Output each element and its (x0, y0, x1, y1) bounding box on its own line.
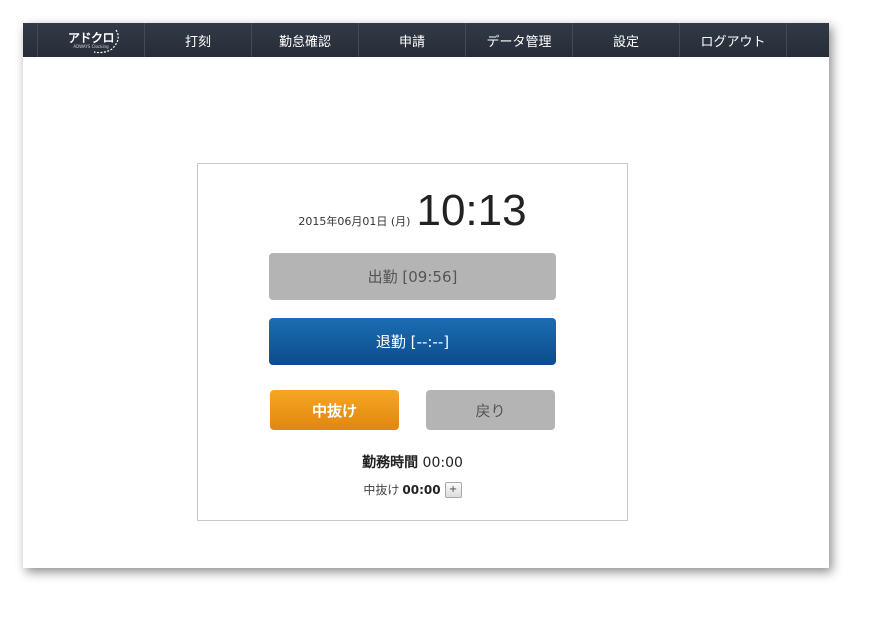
current-time: 10:13 (416, 186, 527, 235)
nav-item-request[interactable]: 申請 (359, 23, 466, 57)
break-time-label: 中抜け (363, 483, 400, 497)
break-time-value: 00:00 (402, 482, 441, 497)
break-time-summary: 中抜け 00:00 + (198, 481, 627, 498)
break-return-label: 戻り (475, 401, 506, 420)
nav-item-clock[interactable]: 打刻 (145, 23, 252, 57)
navbar-spacer (23, 23, 38, 57)
logo-subtitle: ADWAYS Clocking (73, 43, 109, 49)
app-logo[interactable]: アドクロ ADWAYS Clocking (38, 23, 145, 57)
work-time-value: 00:00 (422, 455, 463, 471)
work-time-summary: 勤務時間 00:00 (198, 452, 627, 472)
break-return-button[interactable]: 戻り (426, 390, 555, 430)
expand-break-button[interactable]: + (444, 481, 462, 498)
clock-in-button[interactable]: 出勤 [09:56] (269, 253, 556, 300)
break-start-button[interactable]: 中抜け (270, 390, 399, 430)
current-date: 2015年06月01日 (月) (298, 215, 411, 228)
nav-item-data-management[interactable]: データ管理 (466, 23, 573, 57)
break-start-label: 中抜け (311, 401, 357, 420)
clock-in-label: 出勤 [09:56] (367, 268, 458, 286)
current-datetime: 2015年06月01日 (月) 10:13 (198, 186, 627, 236)
clock-out-button[interactable]: 退勤 [--:--] (269, 318, 556, 365)
logo-title: アドクロ (67, 30, 115, 45)
work-time-label: 勤務時間 (362, 455, 419, 471)
top-navbar: アドクロ ADWAYS Clocking 打刻 勤怠確認 申請 データ管理 設定… (23, 23, 829, 57)
app-window: アドクロ ADWAYS Clocking 打刻 勤怠確認 申請 データ管理 設定… (23, 23, 829, 568)
nav-item-attendance[interactable]: 勤怠確認 (252, 23, 359, 57)
nav-item-settings[interactable]: 設定 (573, 23, 680, 57)
clock-panel: 2015年06月01日 (月) 10:13 出勤 [09:56] 退勤 [--:-… (197, 163, 628, 521)
logo-text: アドクロ ADWAYS Clocking (67, 30, 115, 49)
nav-item-logout[interactable]: ログアウト (680, 23, 787, 57)
clock-out-label: 退勤 [--:--] (375, 333, 450, 351)
